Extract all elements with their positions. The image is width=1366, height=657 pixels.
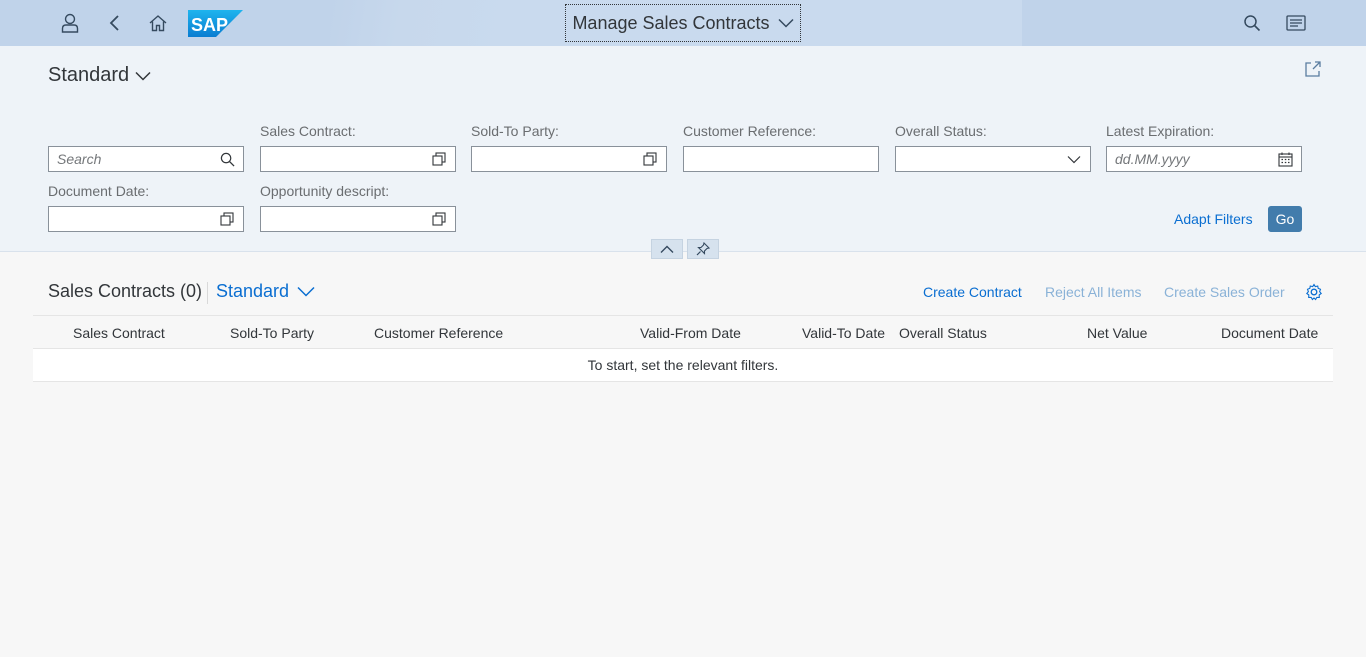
go-button[interactable]: Go: [1268, 206, 1302, 232]
notifications-icon[interactable]: [1284, 11, 1308, 35]
column-header-document-date[interactable]: Document Date: [1221, 325, 1318, 341]
no-data-row: To start, set the relevant filters.: [33, 349, 1333, 382]
shell-bar: SAP Manage Sales Contracts: [0, 0, 1366, 46]
chevron-down-icon[interactable]: [1066, 151, 1082, 167]
latest-expiration-datepicker[interactable]: dd.MM.yyyy: [1106, 146, 1302, 172]
pin-header-button[interactable]: [687, 239, 719, 259]
column-header-overall-status[interactable]: Overall Status: [899, 325, 987, 341]
share-icon[interactable]: [1304, 60, 1324, 80]
column-header-sold-to-party[interactable]: Sold-To Party: [230, 325, 314, 341]
adapt-filters-button[interactable]: Adapt Filters: [1174, 211, 1253, 227]
table-toolbar: Sales Contracts (0) Standard Create Cont…: [33, 268, 1333, 316]
chevron-down-icon: [297, 286, 315, 297]
table-header: Sales Contract Sold-To Party Customer Re…: [33, 316, 1333, 349]
settings-icon[interactable]: [1305, 283, 1323, 301]
variant-selector[interactable]: Standard: [48, 64, 151, 87]
customer-reference-label: Customer Reference:: [683, 123, 817, 139]
search-icon[interactable]: [219, 151, 235, 167]
sales-contract-label: Sales Contract:: [260, 123, 356, 139]
opportunity-description-field[interactable]: [260, 206, 456, 232]
sold-to-party-label: Sold-To Party:: [471, 123, 559, 139]
column-header-valid-from-date[interactable]: Valid-From Date: [640, 325, 741, 341]
column-header-customer-reference[interactable]: Customer Reference: [374, 325, 503, 341]
customer-reference-field[interactable]: [683, 146, 879, 172]
chevron-down-icon: [778, 18, 794, 28]
no-data-text: To start, set the relevant filters.: [587, 357, 779, 373]
app-title-menu[interactable]: Manage Sales Contracts: [565, 4, 801, 42]
collapse-header-button[interactable]: [651, 239, 683, 259]
column-header-valid-to-date[interactable]: Valid-To Date: [802, 325, 885, 341]
create-sales-order-button[interactable]: Create Sales Order: [1164, 284, 1285, 300]
user-icon[interactable]: [58, 11, 82, 35]
sap-logo[interactable]: SAP: [188, 10, 243, 37]
reject-all-items-button[interactable]: Reject All Items: [1045, 284, 1141, 300]
search-input[interactable]: Search: [48, 146, 244, 172]
overall-status-select[interactable]: [895, 146, 1091, 172]
opportunity-description-label: Opportunity descript:: [260, 183, 390, 199]
sold-to-party-field[interactable]: [471, 146, 667, 172]
search-placeholder: Search: [57, 151, 102, 167]
table-variant-selector[interactable]: Standard: [216, 281, 315, 302]
search-icon[interactable]: [1240, 11, 1264, 35]
chevron-up-icon: [660, 245, 674, 253]
sales-contract-field[interactable]: [260, 146, 456, 172]
filter-bar: Standard Search Sales Contract: Sold-To …: [0, 46, 1366, 259]
column-header-sales-contract[interactable]: Sales Contract: [73, 325, 165, 341]
toolbar-separator: [207, 282, 208, 304]
home-icon[interactable]: [146, 11, 170, 35]
table-variant-label: Standard: [216, 281, 290, 301]
value-help-icon[interactable]: [431, 211, 447, 227]
document-date-label: Document Date:: [48, 183, 150, 199]
value-help-icon[interactable]: [219, 211, 235, 227]
create-contract-button[interactable]: Create Contract: [923, 284, 1022, 300]
svg-text:SAP: SAP: [191, 15, 228, 35]
document-date-field[interactable]: [48, 206, 244, 232]
date-placeholder: dd.MM.yyyy: [1115, 151, 1190, 167]
column-header-net-value[interactable]: Net Value: [1087, 325, 1147, 341]
value-help-icon[interactable]: [642, 151, 658, 167]
value-help-icon[interactable]: [431, 151, 447, 167]
pin-icon: [696, 242, 710, 256]
overall-status-label: Overall Status:: [895, 123, 987, 139]
back-icon[interactable]: [103, 11, 127, 35]
variant-label: Standard: [48, 64, 130, 86]
calendar-icon[interactable]: [1277, 151, 1293, 167]
app-title: Manage Sales Contracts: [572, 12, 770, 33]
latest-expiration-label: Latest Expiration:: [1106, 123, 1215, 139]
chevron-down-icon: [135, 71, 151, 81]
table-title: Sales Contracts (0): [48, 281, 203, 301]
